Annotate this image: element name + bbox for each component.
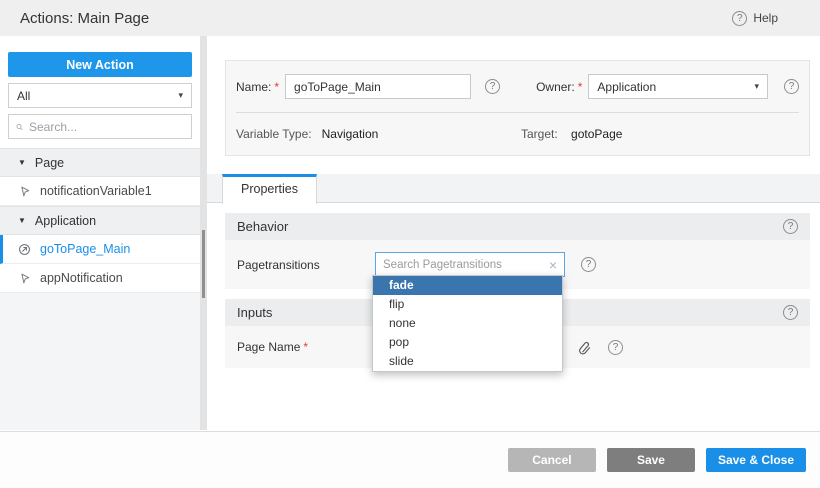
action-summary-panel: Name:* ? Owner:* Application ▾ ? Variabl…: [225, 60, 810, 156]
behavior-section-title: Behavior: [237, 219, 288, 234]
link-icon: [577, 340, 592, 355]
tree-item-label: appNotification: [40, 271, 123, 285]
owner-help-icon[interactable]: ?: [784, 79, 799, 94]
owner-select-value: Application: [597, 80, 656, 94]
required-marker: *: [303, 340, 308, 354]
inputs-help-icon[interactable]: ?: [783, 305, 798, 320]
option-slide[interactable]: slide: [373, 352, 562, 371]
owner-select[interactable]: Application ▾: [588, 74, 768, 99]
search-input[interactable]: [29, 120, 184, 134]
page-name-label: Page Name*: [237, 340, 375, 354]
scrollbar-thumb[interactable]: [202, 230, 205, 298]
pagetransitions-dropdown: fade flip none pop slide: [372, 275, 563, 372]
behavior-help-icon[interactable]: ?: [783, 219, 798, 234]
notification-icon: [18, 185, 31, 198]
owner-label: Owner:*: [536, 80, 582, 94]
help-icon: ?: [732, 11, 747, 26]
name-field[interactable]: [285, 74, 471, 99]
option-fade[interactable]: fade: [373, 276, 562, 295]
actions-tree: ▼ Page notificationVariable1 ▼ Applicati…: [0, 148, 200, 293]
page-name-help-icon[interactable]: ?: [608, 340, 623, 355]
tree-group-application[interactable]: ▼ Application: [0, 206, 200, 235]
expand-caret-icon: ▼: [18, 216, 26, 225]
navigation-icon: [18, 243, 31, 256]
variable-type-label: Variable Type:: [236, 127, 312, 141]
help-label: Help: [753, 11, 778, 25]
cancel-button[interactable]: Cancel: [508, 448, 596, 472]
inputs-section-title: Inputs: [237, 305, 272, 320]
sidebar-search[interactable]: [8, 114, 192, 139]
expand-caret-icon: ▼: [18, 158, 26, 167]
save-and-close-button[interactable]: Save & Close: [706, 448, 806, 472]
option-flip[interactable]: flip: [373, 295, 562, 314]
clear-icon[interactable]: ×: [549, 258, 557, 272]
chevron-down-icon: ▾: [754, 81, 759, 92]
tab-properties[interactable]: Properties: [222, 174, 317, 204]
pagetransitions-combobox[interactable]: ×: [375, 252, 565, 277]
tree-group-page[interactable]: ▼ Page: [0, 148, 200, 177]
tree-item-label: notificationVariable1: [40, 184, 152, 198]
pagetransitions-help-icon[interactable]: ?: [581, 257, 596, 272]
target-label: Target:: [521, 127, 558, 141]
tree-item-appnotification[interactable]: appNotification: [0, 264, 200, 293]
required-marker: *: [274, 80, 279, 94]
new-action-button[interactable]: New Action: [8, 52, 192, 77]
notification-icon: [18, 272, 31, 285]
tree-item-notificationvariable1[interactable]: notificationVariable1: [0, 177, 200, 206]
behavior-section-header: Behavior ?: [225, 213, 810, 240]
pagetransitions-search-input[interactable]: [383, 259, 545, 271]
filter-select[interactable]: All ▾: [8, 83, 192, 108]
search-icon: [16, 121, 23, 133]
variable-type-value: Navigation: [322, 127, 379, 141]
tree-group-label: Application: [35, 214, 96, 228]
sidebar-empty-area: [0, 293, 200, 430]
actions-sidebar: New Action All ▾ ▼ Page notificationVari…: [0, 36, 200, 430]
filter-select-value: All: [17, 89, 30, 103]
window-header: Actions: Main Page ? Help: [0, 0, 820, 36]
name-help-icon[interactable]: ?: [485, 79, 500, 94]
action-detail-panel: Name:* ? Owner:* Application ▾ ? Variabl…: [207, 36, 820, 430]
dialog-footer: Cancel Save Save & Close: [0, 431, 820, 488]
option-none[interactable]: none: [373, 314, 562, 333]
tree-group-label: Page: [35, 156, 64, 170]
save-button[interactable]: Save: [607, 448, 695, 472]
tree-item-label: goToPage_Main: [40, 242, 130, 256]
link-variable-button[interactable]: [577, 340, 592, 355]
actions-editor-window: Actions: Main Page ? Help New Action All…: [0, 0, 820, 488]
option-pop[interactable]: pop: [373, 333, 562, 352]
target-value: gotoPage: [571, 127, 622, 141]
page-title: Actions: Main Page: [20, 10, 149, 27]
sidebar-divider: [200, 36, 207, 430]
tab-strip: Properties: [207, 174, 820, 203]
chevron-down-icon: ▾: [178, 90, 183, 101]
name-label: Name:*: [236, 80, 279, 94]
required-marker: *: [578, 80, 583, 94]
tree-item-gotopage-main[interactable]: goToPage_Main: [0, 235, 200, 264]
help-button[interactable]: ? Help: [732, 0, 778, 36]
pagetransitions-label: Pagetransitions: [237, 258, 375, 272]
